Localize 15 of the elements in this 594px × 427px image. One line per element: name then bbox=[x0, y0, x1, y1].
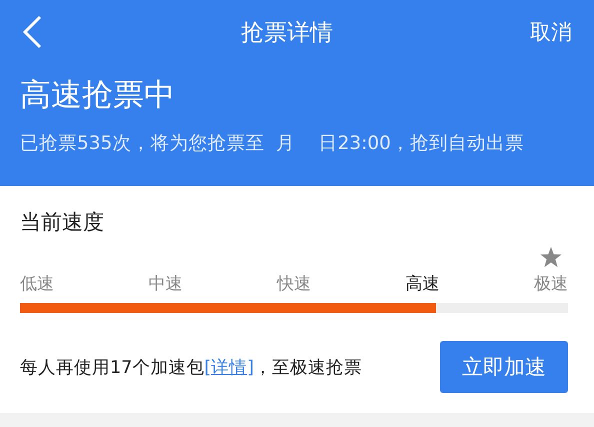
speed-label: 高速 bbox=[406, 273, 440, 295]
back-icon[interactable] bbox=[20, 14, 44, 50]
boost-button[interactable]: 立即加速 bbox=[440, 341, 568, 393]
speed-label: 极速 bbox=[534, 273, 568, 295]
speed-label: 快速 bbox=[277, 273, 311, 295]
speed-label: 低速 bbox=[20, 273, 54, 295]
status-title: 高速抢票中 bbox=[20, 76, 176, 115]
boost-notice: 每人再使用17个加速包[详情]，至极速抢票 bbox=[20, 357, 362, 379]
page-title: 抢票详情 bbox=[240, 18, 334, 48]
speed-label: 中速 bbox=[148, 273, 182, 295]
status-subtitle: 已抢票535次，将为您抢票至 月 日23:00，抢到自动出票 bbox=[20, 132, 525, 155]
star-icon bbox=[540, 246, 562, 268]
details-link[interactable]: [详情] bbox=[204, 358, 254, 378]
cancel-button[interactable]: 取消 bbox=[530, 18, 572, 46]
section-title: 当前速度 bbox=[20, 209, 105, 236]
